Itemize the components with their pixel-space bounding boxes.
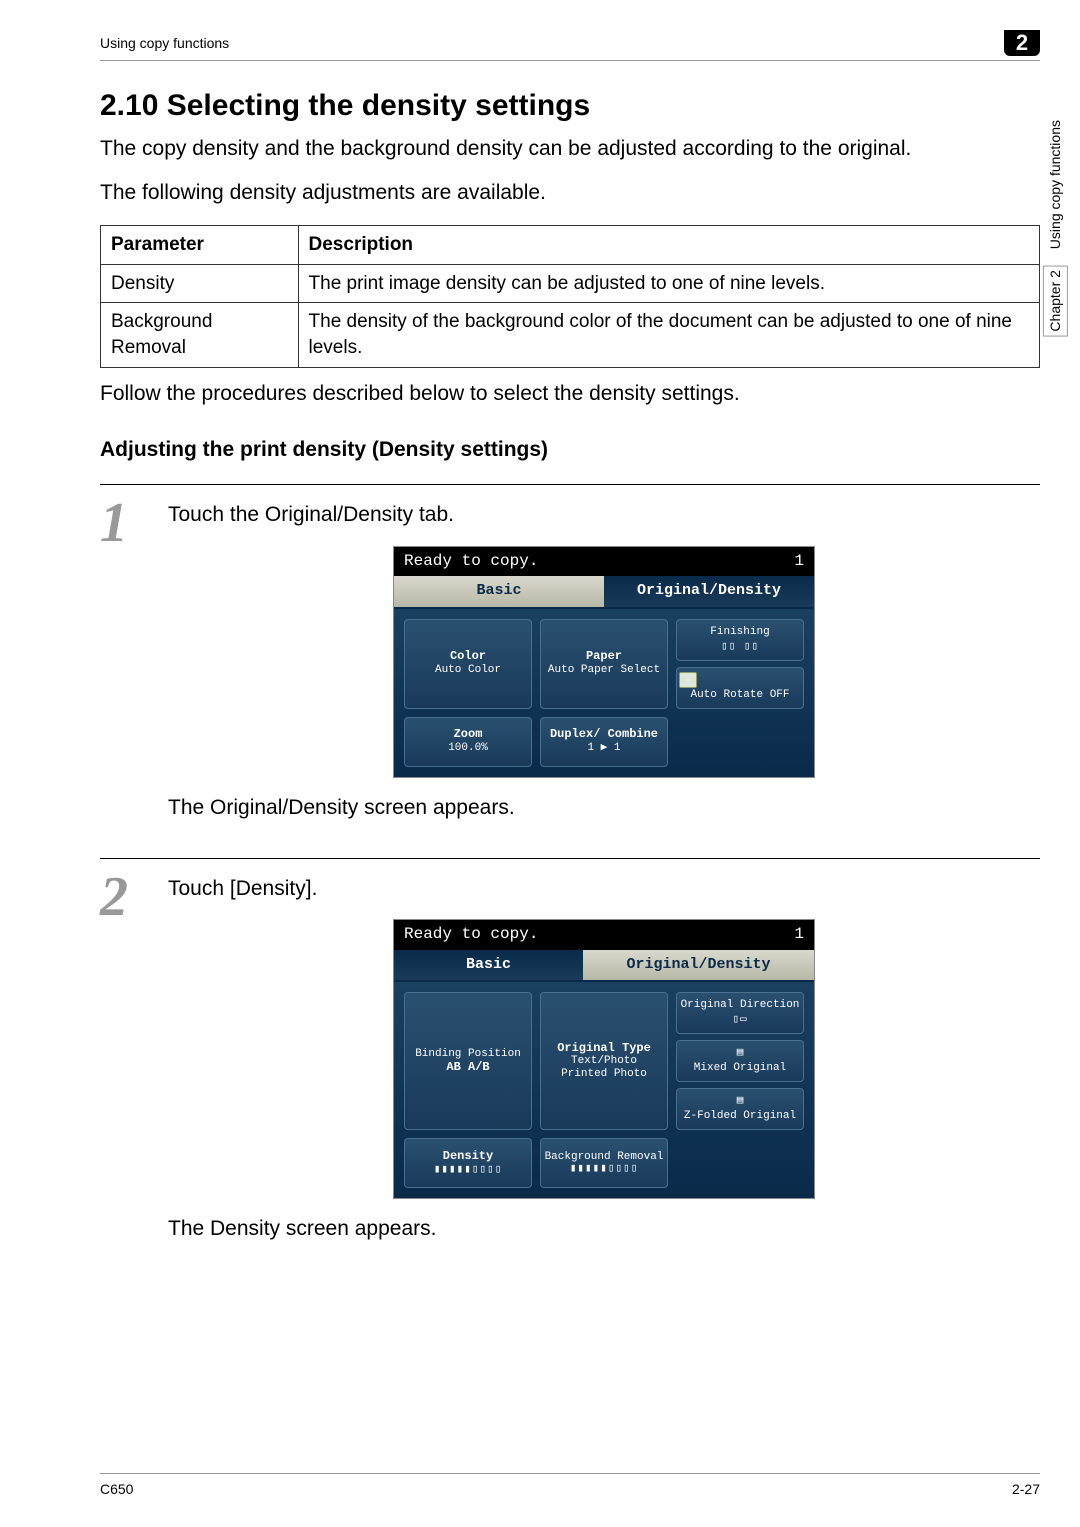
- step-1-number: 1: [100, 501, 150, 838]
- autorotate-button[interactable]: Auto Rotate OFF: [676, 667, 804, 709]
- step-2-text: Touch [Density].: [168, 875, 1040, 903]
- rotate-icon: [679, 672, 697, 688]
- side-label: Chapter 2 Using copy functions: [1043, 120, 1068, 337]
- header-breadcrumb: Using copy functions: [100, 34, 229, 53]
- panel1-count: 1: [794, 551, 804, 573]
- tab-original-density-2[interactable]: Original/Density: [583, 950, 814, 982]
- chapter-badge: 2: [1004, 30, 1040, 56]
- copier-panel-1: Ready to copy. 1 Basic Original/Density …: [393, 546, 815, 778]
- binding-position-button[interactable]: Binding PositionAB A/B: [404, 992, 532, 1130]
- panel2-status: Ready to copy.: [404, 924, 538, 946]
- duplex-button[interactable]: Duplex/ Combine1 ▶ 1: [540, 717, 668, 767]
- footer-page: 2-27: [1012, 1480, 1040, 1499]
- tab-basic-2[interactable]: Basic: [394, 950, 583, 982]
- original-direction-button[interactable]: Original Direction▯▭: [676, 992, 804, 1034]
- doc-icon: ▤: [679, 1046, 801, 1061]
- td-density: Density: [101, 264, 299, 303]
- step-2-number: 2: [100, 875, 150, 1260]
- color-button[interactable]: ColorAuto Color: [404, 619, 532, 709]
- original-type-button[interactable]: Original TypeText/PhotoPrinted Photo: [540, 992, 668, 1130]
- subsection-title: Adjusting the print density (Density set…: [100, 436, 1040, 464]
- fold-icon: ▤: [679, 1094, 801, 1109]
- paper-button[interactable]: PaperAuto Paper Select: [540, 619, 668, 709]
- td-bgremoval: Background Removal: [101, 303, 299, 367]
- side-section: Using copy functions: [1047, 120, 1063, 249]
- zoom-button[interactable]: Zoom100.0%: [404, 717, 532, 767]
- finishing-button[interactable]: Finishing▯▯ ▯▯: [676, 619, 804, 661]
- step-1-after: The Original/Density screen appears.: [168, 794, 1040, 822]
- panel2-count: 1: [794, 924, 804, 946]
- section-title: 2.10 Selecting the density settings: [100, 86, 1040, 127]
- th-description: Description: [298, 226, 1039, 265]
- intro-2: The following density adjustments are av…: [100, 179, 1040, 207]
- td-bgremoval-desc: The density of the background color of t…: [298, 303, 1039, 367]
- zfolded-button[interactable]: ▤Z-Folded Original: [676, 1088, 804, 1130]
- step-2-after: The Density screen appears.: [168, 1215, 1040, 1243]
- step-2: 2 Touch [Density]. Ready to copy. 1 Basi…: [100, 858, 1040, 1260]
- copier-panel-2: Ready to copy. 1 Basic Original/Density …: [393, 919, 815, 1199]
- footer-model: C650: [100, 1480, 133, 1499]
- panel1-status: Ready to copy.: [404, 551, 538, 573]
- direction-icon: ▯▭: [679, 1013, 801, 1028]
- side-chapter: Chapter 2: [1043, 265, 1068, 336]
- intro-1: The copy density and the background dens…: [100, 135, 1040, 163]
- page-header: Using copy functions 2: [100, 30, 1040, 61]
- tab-basic[interactable]: Basic: [394, 576, 604, 608]
- density-button[interactable]: Density▮▮▮▮▮▯▯▯▯: [404, 1138, 532, 1188]
- td-density-desc: The print image density can be adjusted …: [298, 264, 1039, 303]
- mixed-original-button[interactable]: ▤Mixed Original: [676, 1040, 804, 1082]
- page-footer: C650 2-27: [100, 1473, 1040, 1499]
- follow-text: Follow the procedures described below to…: [100, 380, 1040, 408]
- bg-removal-button[interactable]: Background Removal▮▮▮▮▮▯▯▯▯: [540, 1138, 668, 1188]
- density-table: ParameterDescription DensityThe print im…: [100, 225, 1040, 368]
- th-parameter: Parameter: [101, 226, 299, 265]
- step-1: 1 Touch the Original/Density tab. Ready …: [100, 484, 1040, 838]
- tab-original-density[interactable]: Original/Density: [604, 576, 814, 608]
- step-1-text: Touch the Original/Density tab.: [168, 501, 1040, 529]
